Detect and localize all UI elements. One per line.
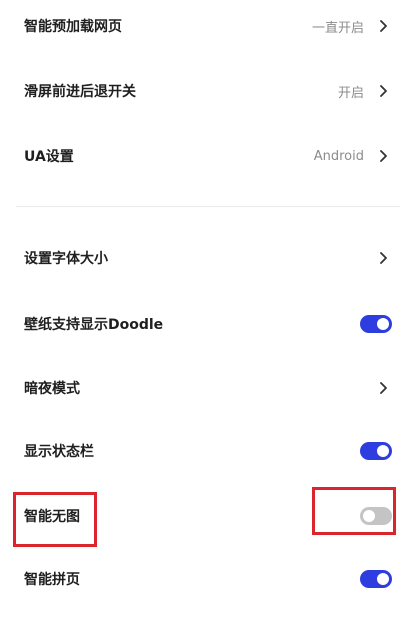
setting-value: 一直开启 [311,20,364,36]
setting-row-night-mode[interactable]: 暗夜模式 [0,368,400,408]
toggle-knob [377,573,389,585]
setting-label: 暗夜模式 [24,381,80,397]
chevron-right-icon [380,150,387,162]
chevron-right-icon [380,382,387,394]
setting-value: 开启 [337,85,364,101]
setting-value: Android [313,148,364,164]
chevron-right-icon [380,20,387,32]
setting-label: UA设置 [24,149,74,165]
toggle-knob [377,318,389,330]
section-divider [16,206,400,207]
setting-label: 智能拼页 [24,572,80,588]
setting-row-doodle[interactable]: 壁纸支持显示Doodle [0,304,400,344]
status-bar-toggle[interactable] [360,442,392,460]
setting-label: 壁纸支持显示Doodle [24,317,164,333]
setting-row-ua[interactable]: UA设置 Android [0,136,400,176]
setting-row-font-size[interactable]: 设置字体大小 [0,238,400,278]
smart-page-join-toggle[interactable] [360,570,392,588]
setting-label: 设置字体大小 [24,251,108,267]
chevron-right-icon [380,252,387,264]
setting-row-status-bar[interactable]: 显示状态栏 [0,431,400,471]
setting-label: 滑屏前进后退开关 [24,84,136,100]
setting-row-smart-preload[interactable]: 智能预加载网页 一直开启 [0,6,400,46]
toggle-knob [377,445,389,457]
setting-row-smart-page-join[interactable]: 智能拼页 [0,559,400,599]
highlight-box-toggle [312,487,396,535]
doodle-toggle[interactable] [360,315,392,333]
settings-screen: 智能预加载网页 一直开启 滑屏前进后退开关 开启 UA设置 Android 设置… [0,0,400,618]
setting-row-swipe-nav[interactable]: 滑屏前进后退开关 开启 [0,71,400,111]
chevron-right-icon [380,85,387,97]
highlight-box-label [13,492,97,547]
setting-label: 智能预加载网页 [24,19,122,35]
setting-label: 显示状态栏 [24,444,94,460]
